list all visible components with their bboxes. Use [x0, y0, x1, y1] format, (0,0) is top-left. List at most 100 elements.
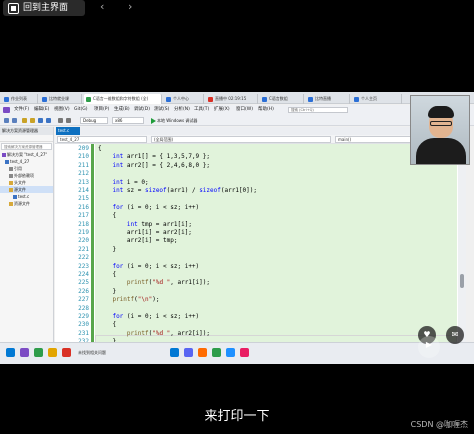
- menu-extensions[interactable]: 扩展(X): [214, 105, 230, 115]
- line-number: 214: [78, 187, 89, 194]
- line-number: 211: [78, 161, 89, 169]
- solution-explorer-toolbar: [0, 135, 53, 142]
- line-number: 220: [78, 237, 89, 245]
- code-line: int arr2[] = { 2,4,6,8,0 };: [112, 161, 210, 169]
- menu-build[interactable]: 生成(B): [114, 105, 130, 115]
- code-line: int sz = sizeof(arr1) / sizeof(arr1[0]);: [112, 187, 257, 194]
- tree-item-project[interactable]: test_4_27: [0, 158, 53, 165]
- tree-item-test-c[interactable]: test.c: [0, 193, 53, 200]
- configuration-select[interactable]: Debug: [80, 117, 108, 124]
- vs-menubar: 文件(F) 编辑(E) 视图(V) Git(G) 项目(P) 生成(B) 调试(…: [0, 105, 474, 115]
- menu-test[interactable]: 测试(S): [154, 105, 169, 115]
- comment-icon[interactable]: ✉: [446, 326, 464, 344]
- app-task-icon[interactable]: [198, 348, 207, 357]
- app-task-icon[interactable]: [62, 348, 71, 357]
- app-task-icon[interactable]: [240, 348, 249, 357]
- solution-icon: [2, 153, 6, 157]
- nav-scope-dropdown[interactable]: (全局范围): [151, 136, 331, 143]
- nav-project-dropdown[interactable]: test_4_27: [57, 136, 147, 143]
- browser-tab[interactable]: 直播中 02:19:15: [206, 94, 258, 104]
- line-number: 218: [78, 220, 89, 228]
- tree-item-header-files[interactable]: 头文件: [0, 179, 53, 186]
- browser-tab[interactable]: 比特就业课: [40, 94, 82, 104]
- vs-search-box[interactable]: 搜索 (Ctrl+Q): [288, 107, 348, 113]
- menu-tools[interactable]: 工具(T): [194, 105, 209, 115]
- code-line: arr2[i] = tmp;: [98, 237, 178, 245]
- open-folder-icon[interactable]: [30, 118, 35, 123]
- menu-project[interactable]: 项目(P): [94, 105, 109, 115]
- tab-favicon-icon: [86, 97, 91, 102]
- browser-tab[interactable]: 个人中心: [164, 94, 204, 104]
- video-frame: 作业列表 比特就业课 C语言一维数组和字符数组 (全) 个人中心 直播中 02:…: [0, 92, 474, 364]
- solution-search-input[interactable]: 搜索解决方案资源管理器: [1, 143, 52, 150]
- menu-debug[interactable]: 调试(D): [134, 105, 150, 115]
- save-icon[interactable]: [38, 118, 43, 123]
- presenter-hair: [428, 106, 454, 118]
- code-line: }: [98, 245, 117, 253]
- wechat-task-icon[interactable]: [212, 348, 221, 357]
- code-area[interactable]: 209 210 211 212 213 214 215 216 217 218 219 220 221 2…: [55, 144, 466, 354]
- document-tab-test-c[interactable]: test.c: [56, 127, 80, 135]
- menu-view[interactable]: 视图(V): [54, 105, 70, 115]
- menu-help[interactable]: 帮助(H): [258, 105, 274, 115]
- line-number: 209: [78, 145, 89, 152]
- edge-task-icon[interactable]: [170, 348, 179, 357]
- tree-item-references[interactable]: 引用: [0, 165, 53, 172]
- play-icon[interactable]: ▶: [418, 336, 440, 358]
- new-file-icon[interactable]: [22, 118, 27, 123]
- folder-icon: [9, 188, 13, 192]
- windows-taskbar: 未找到相关问题: [0, 342, 474, 364]
- browser-tab[interactable]: C语言一维数组和字符数组 (全): [84, 94, 162, 104]
- webcam-overlay: [410, 95, 470, 165]
- browser-tab[interactable]: 比特直播: [306, 94, 350, 104]
- windows-start-icon[interactable]: [6, 348, 15, 357]
- back-icon[interactable]: [4, 118, 9, 123]
- presenter-glasses: [430, 121, 452, 126]
- code-line: for (i = 0; i < sz; i++): [112, 262, 200, 270]
- line-number: 215: [78, 195, 89, 203]
- tab-favicon-icon: [308, 97, 313, 102]
- tree-item-solution[interactable]: 解决方案 "test_4_27": [0, 151, 53, 158]
- tree-item-external-deps[interactable]: 外部依赖项: [0, 172, 53, 179]
- forward-icon[interactable]: [12, 118, 17, 123]
- scroll-thumb[interactable]: [460, 274, 464, 288]
- save-all-icon[interactable]: [46, 118, 51, 123]
- home-button[interactable]: 回到主界面: [3, 0, 85, 16]
- line-number: 231: [78, 329, 89, 337]
- line-number: 229: [78, 313, 89, 320]
- browser-tab[interactable]: C语言数组: [260, 94, 304, 104]
- back-arrow-icon[interactable]: ‹: [100, 0, 104, 14]
- run-debugger-button[interactable]: 本地 Windows 调试器: [150, 117, 197, 124]
- code-line: for (i = 0; i < sz; i++): [112, 313, 200, 320]
- document-tab-strip: test.c: [55, 127, 466, 135]
- browser-task-icon[interactable]: [34, 348, 43, 357]
- browser-tab[interactable]: 作业列表: [2, 94, 38, 104]
- code-line: int arr1[] = { 1,3,5,7,9 };: [112, 153, 210, 161]
- explorer-task-icon[interactable]: [48, 348, 57, 357]
- line-number: 223: [78, 262, 89, 270]
- line-number: 210: [78, 153, 89, 161]
- menu-git[interactable]: Git(G): [74, 105, 88, 115]
- menu-file[interactable]: 文件(F): [14, 105, 29, 115]
- app-task-icon[interactable]: [226, 348, 235, 357]
- menu-window[interactable]: 窗口(W): [236, 105, 253, 115]
- menu-edit[interactable]: 编辑(E): [34, 105, 49, 115]
- forward-arrow-icon[interactable]: ›: [128, 0, 132, 14]
- menu-analyze[interactable]: 分析(N): [174, 105, 190, 115]
- tree-item-source-files[interactable]: 源文件: [0, 186, 53, 193]
- tab-favicon-icon: [262, 97, 267, 102]
- csdn-watermark: CSDN @咖喱杰: [410, 420, 468, 429]
- browser-tab[interactable]: 个人主页: [352, 94, 402, 104]
- platform-select[interactable]: x86: [112, 117, 144, 124]
- home-icon: [8, 2, 19, 14]
- code-line: {: [98, 321, 117, 329]
- tree-item-resource-files[interactable]: 资源文件: [0, 200, 53, 207]
- editor-navigation-bar: test_4_27 (全局范围) main(): [55, 135, 466, 144]
- code-line: int tmp = arr1[i];: [126, 220, 192, 228]
- chat-task-icon[interactable]: [184, 348, 193, 357]
- editor-scrollbar[interactable]: [458, 144, 466, 354]
- undo-icon[interactable]: [58, 118, 63, 123]
- external-deps-icon: [9, 174, 13, 178]
- visual-studio-task-icon[interactable]: [20, 348, 29, 357]
- redo-icon[interactable]: [66, 118, 71, 123]
